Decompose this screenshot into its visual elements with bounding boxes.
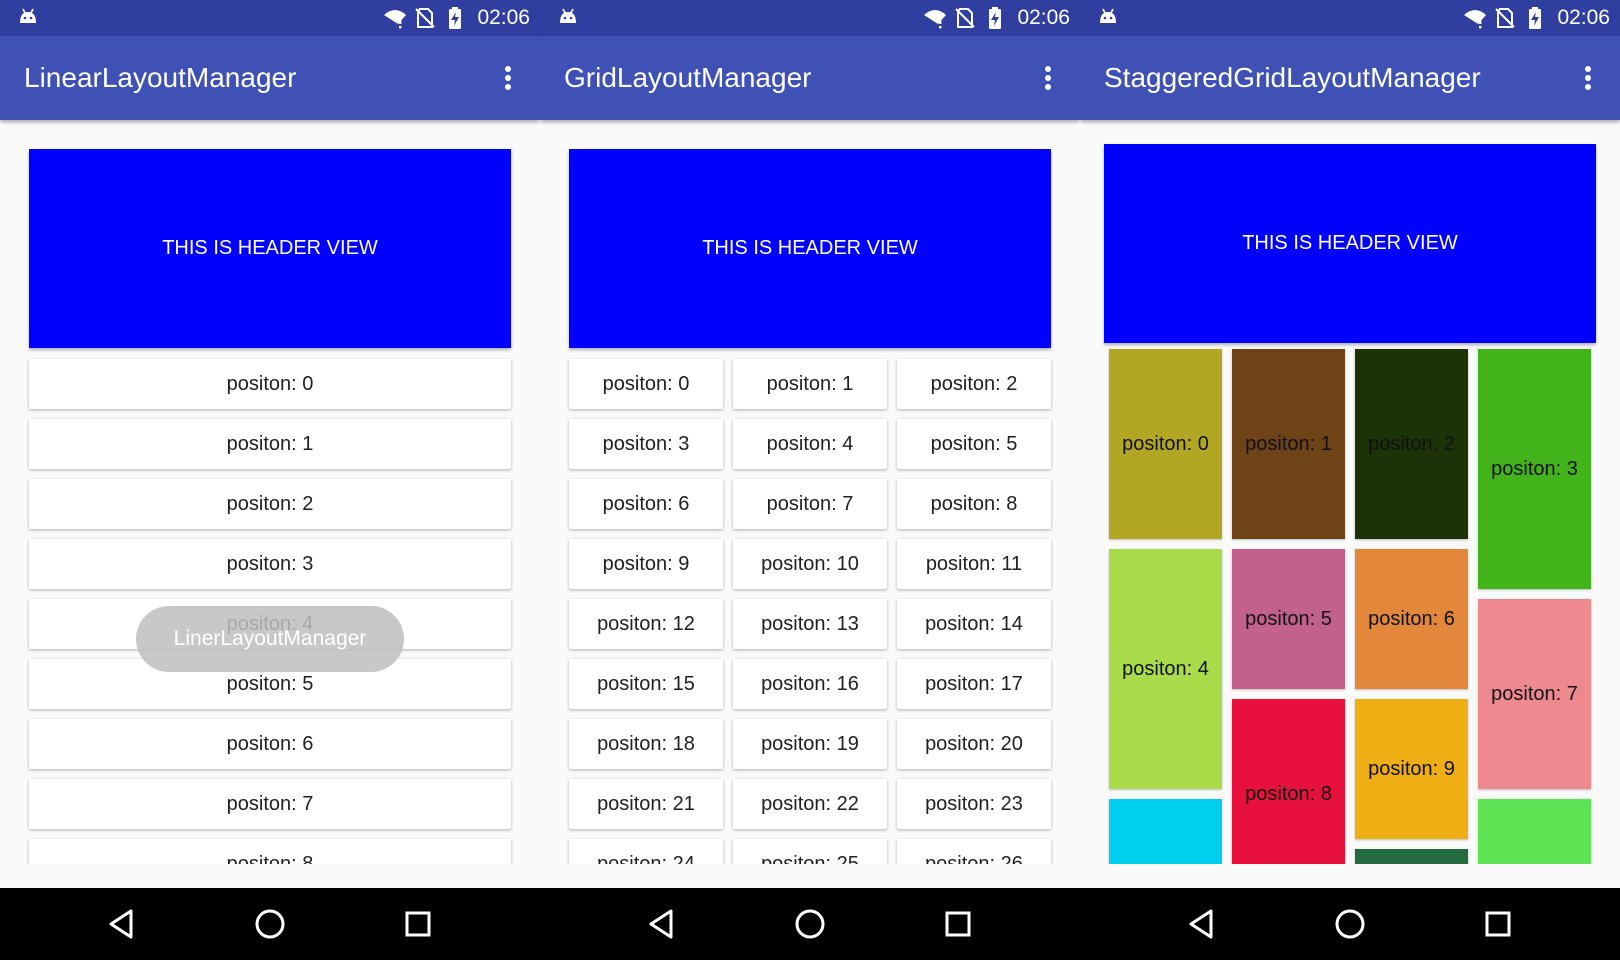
staggered-item[interactable] bbox=[1478, 799, 1591, 864]
no-sim-icon bbox=[415, 8, 436, 28]
list-item[interactable]: positon: 7 bbox=[29, 779, 511, 829]
staggered-item[interactable]: positon: 0 bbox=[1109, 349, 1222, 539]
status-bar: 02:06 bbox=[0, 0, 540, 36]
android-icon bbox=[20, 8, 36, 23]
android-icon bbox=[560, 8, 576, 23]
header-view: THIS IS HEADER VIEW bbox=[569, 149, 1051, 348]
staggered-item[interactable]: positon: 3 bbox=[1478, 349, 1591, 589]
grid-item[interactable]: positon: 8 bbox=[897, 479, 1051, 529]
clock: 02:06 bbox=[1557, 6, 1610, 29]
grid-item[interactable]: positon: 3 bbox=[569, 419, 723, 469]
navigation-bar bbox=[0, 888, 540, 960]
more-vert-icon[interactable] bbox=[492, 62, 524, 94]
grid-item[interactable]: positon: 15 bbox=[569, 659, 723, 709]
grid-item[interactable]: positon: 5 bbox=[897, 419, 1051, 469]
android-icon bbox=[1100, 8, 1116, 23]
clock: 02:06 bbox=[477, 6, 530, 29]
status-bar: 02:06 bbox=[540, 0, 1080, 36]
grid-item[interactable]: positon: 13 bbox=[733, 599, 887, 649]
staggered-item[interactable]: positon: 1 bbox=[1232, 349, 1345, 539]
battery-charging-icon bbox=[989, 7, 1002, 29]
grid-item[interactable]: positon: 9 bbox=[569, 539, 723, 589]
wifi-icon bbox=[384, 10, 407, 29]
grid-item[interactable]: positon: 18 bbox=[569, 719, 723, 769]
staggered-item[interactable] bbox=[1355, 849, 1468, 864]
grid-item[interactable]: positon: 16 bbox=[733, 659, 887, 709]
grid-item[interactable]: positon: 6 bbox=[569, 479, 723, 529]
grid-item[interactable]: positon: 23 bbox=[897, 779, 1051, 829]
app-title: StaggeredGridLayoutManager bbox=[1104, 62, 1481, 93]
home-icon[interactable] bbox=[792, 906, 828, 942]
battery-charging-icon bbox=[1529, 7, 1542, 29]
grid-item[interactable]: positon: 17 bbox=[897, 659, 1051, 709]
grid-item[interactable]: positon: 22 bbox=[733, 779, 887, 829]
grid-item[interactable]: positon: 24 bbox=[569, 839, 723, 864]
recents-icon[interactable] bbox=[940, 906, 976, 942]
list-item[interactable]: positon: 8 bbox=[29, 839, 511, 864]
grid-item[interactable]: positon: 20 bbox=[897, 719, 1051, 769]
list-item[interactable]: positon: 6 bbox=[29, 719, 511, 769]
back-icon[interactable] bbox=[1184, 906, 1220, 942]
back-icon[interactable] bbox=[104, 906, 140, 942]
list-item[interactable]: positon: 3 bbox=[29, 539, 511, 589]
linear-screen: 02:06 LinearLayoutManager THIS IS HEADER… bbox=[0, 0, 540, 960]
app-bar: LinearLayoutManager bbox=[0, 36, 540, 120]
navigation-bar bbox=[540, 888, 1080, 960]
grid-item[interactable]: positon: 10 bbox=[733, 539, 887, 589]
more-vert-icon[interactable] bbox=[1572, 62, 1604, 94]
staggered-item[interactable]: positon: 4 bbox=[1109, 549, 1222, 789]
staggered-item[interactable]: positon: 8 bbox=[1232, 699, 1345, 864]
more-vert-icon[interactable] bbox=[1032, 62, 1064, 94]
grid-item[interactable]: positon: 0 bbox=[569, 359, 723, 409]
home-icon[interactable] bbox=[1332, 906, 1368, 942]
back-icon[interactable] bbox=[644, 906, 680, 942]
staggered-item[interactable]: positon: 7 bbox=[1478, 599, 1591, 789]
list-item[interactable]: positon: 0 bbox=[29, 359, 511, 409]
staggered-item[interactable] bbox=[1109, 799, 1222, 864]
grid-item[interactable]: positon: 21 bbox=[569, 779, 723, 829]
staggered-item[interactable]: positon: 5 bbox=[1232, 549, 1345, 689]
grid-item[interactable]: positon: 7 bbox=[733, 479, 887, 529]
clock: 02:06 bbox=[1017, 6, 1070, 29]
app-title: LinearLayoutManager bbox=[24, 62, 297, 93]
grid-item[interactable]: positon: 26 bbox=[897, 839, 1051, 864]
recycler-view[interactable]: THIS IS HEADER VIEW positon: 0 positon: 1… bbox=[540, 120, 1080, 864]
grid-item[interactable]: positon: 25 bbox=[733, 839, 887, 864]
navigation-bar bbox=[1080, 888, 1620, 960]
wifi-icon bbox=[1464, 10, 1487, 29]
header-view: THIS IS HEADER VIEW bbox=[29, 149, 511, 348]
grid-item[interactable]: positon: 2 bbox=[897, 359, 1051, 409]
status-bar: 02:06 bbox=[1080, 0, 1620, 36]
recycler-view[interactable]: THIS IS HEADER VIEW positon: 0 positon: 1… bbox=[0, 120, 540, 864]
home-icon[interactable] bbox=[252, 906, 288, 942]
app-title: GridLayoutManager bbox=[564, 62, 812, 93]
grid-item[interactable]: positon: 1 bbox=[733, 359, 887, 409]
recents-icon[interactable] bbox=[400, 906, 436, 942]
grid-item[interactable]: positon: 12 bbox=[569, 599, 723, 649]
recents-icon[interactable] bbox=[1480, 906, 1516, 942]
staggered-item[interactable]: positon: 2 bbox=[1355, 349, 1468, 539]
toast-message: LinerLayoutManager bbox=[136, 606, 404, 672]
wifi-icon bbox=[924, 10, 947, 29]
staggered-item[interactable]: positon: 6 bbox=[1355, 549, 1468, 689]
list-item[interactable]: positon: 2 bbox=[29, 479, 511, 529]
grid-screen: 02:06 GridLayoutManager THIS IS HEADER V… bbox=[540, 0, 1080, 960]
no-sim-icon bbox=[955, 8, 976, 28]
grid-item[interactable]: positon: 19 bbox=[733, 719, 887, 769]
app-bar: StaggeredGridLayoutManager bbox=[1080, 36, 1620, 120]
grid-item[interactable]: positon: 14 bbox=[897, 599, 1051, 649]
grid-item[interactable]: positon: 4 bbox=[733, 419, 887, 469]
list-item[interactable]: positon: 1 bbox=[29, 419, 511, 469]
app-bar: GridLayoutManager bbox=[540, 36, 1080, 120]
staggered-item[interactable]: positon: 9 bbox=[1355, 699, 1468, 839]
battery-charging-icon bbox=[449, 7, 462, 29]
header-view: THIS IS HEADER VIEW bbox=[1104, 144, 1596, 343]
recycler-view[interactable]: THIS IS HEADER VIEW positon: 0 positon: 1… bbox=[1080, 120, 1620, 864]
grid-item[interactable]: positon: 11 bbox=[897, 539, 1051, 589]
staggered-screen: 02:06 StaggeredGridLayoutManager THIS IS… bbox=[1080, 0, 1620, 960]
no-sim-icon bbox=[1495, 8, 1516, 28]
